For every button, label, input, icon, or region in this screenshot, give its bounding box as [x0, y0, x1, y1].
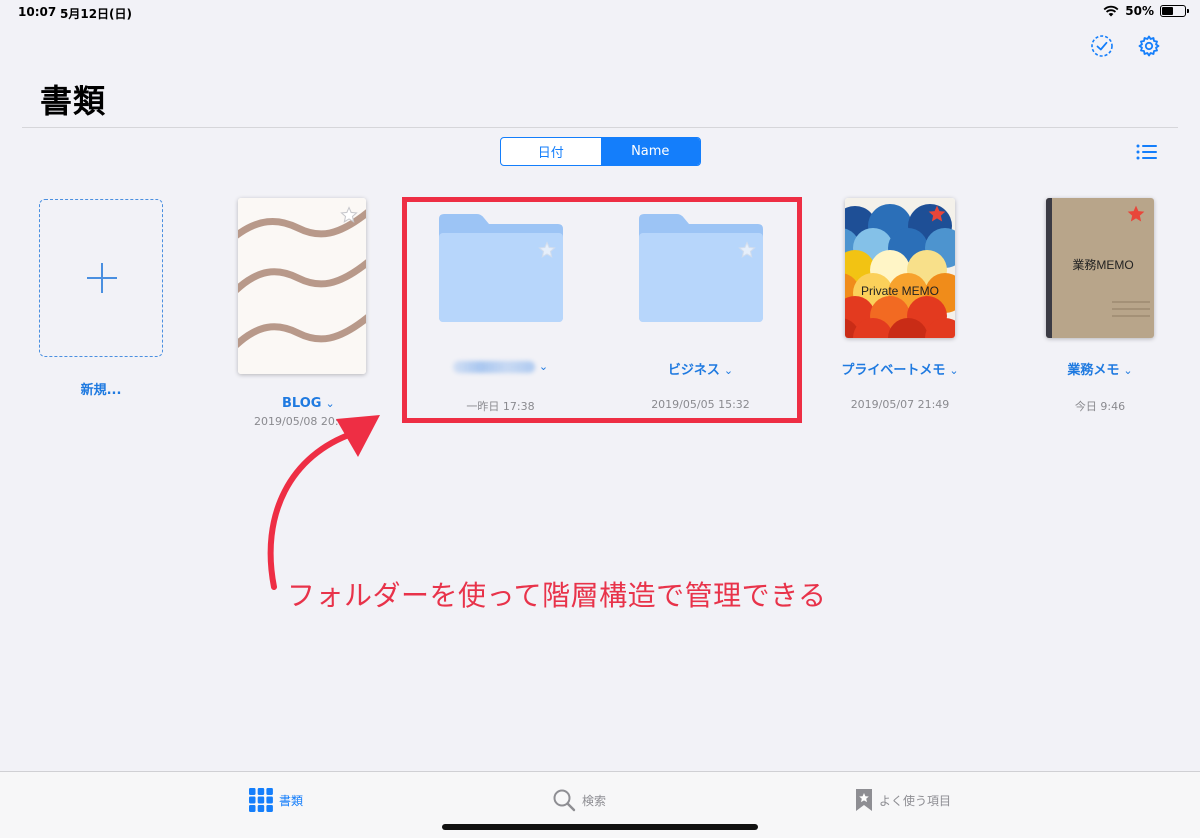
status-time: 10:07 [18, 5, 57, 19]
title-divider [22, 127, 1178, 128]
tab-label: 検索 [582, 793, 607, 808]
list-icon[interactable] [1136, 143, 1158, 161]
new-document-label[interactable]: 新規... [39, 379, 163, 398]
chevron-down-icon: ⌄ [949, 364, 959, 377]
private-memo-notebook-thumbnail[interactable]: Private MEMO [845, 198, 955, 338]
item-label[interactable]: プライベートメモ ⌄ [830, 359, 970, 378]
tab-label: よく使う項目 [879, 793, 952, 808]
notebook-lines [1112, 301, 1150, 317]
gear-icon[interactable] [1137, 34, 1161, 58]
status-date: 5月12日(日) [60, 7, 133, 21]
annotation-text: フォルダーを使って階層構造で管理できる [287, 579, 827, 612]
notebook-cover-text: Private MEMO [860, 284, 939, 298]
checkmark-circle-icon[interactable] [1090, 34, 1114, 58]
home-indicator[interactable] [442, 824, 758, 830]
status-bar: 10:07 5月12日(日) 50% [0, 0, 1200, 26]
item-label-text: プライベートメモ [841, 363, 946, 378]
battery-icon [1160, 5, 1189, 17]
tab-search[interactable]: 検索 [552, 788, 606, 812]
star-filled-icon[interactable] [927, 204, 947, 224]
chevron-down-icon: ⌄ [1123, 364, 1133, 377]
bookmark-star-icon [856, 789, 872, 811]
wifi-icon [1103, 5, 1119, 17]
search-icon [553, 789, 576, 812]
sort-segmented-control[interactable]: 日付 Name [500, 137, 701, 166]
grid-icon [249, 788, 273, 812]
curved-arrow-annotation [267, 415, 380, 590]
tab-favorites[interactable]: よく使う項目 [855, 788, 951, 812]
star-filled-icon[interactable] [1126, 204, 1146, 224]
star-outline-icon[interactable] [340, 206, 358, 224]
tab-label: 書類 [279, 793, 304, 808]
status-indicators: 50% [1103, 4, 1189, 18]
item-date: 今日 9:46 [1074, 400, 1126, 413]
sort-by-date-segment[interactable]: 日付 [501, 138, 601, 165]
item-label-text: 業務メモ [1067, 363, 1120, 378]
plus-icon [87, 263, 117, 293]
wave-pattern [238, 198, 366, 374]
blog-document-thumbnail[interactable] [238, 198, 366, 374]
battery-percent: 50% [1125, 4, 1154, 18]
item-label[interactable]: 業務メモ ⌄ [1040, 359, 1160, 378]
sort-by-name-segment[interactable]: Name [600, 138, 700, 165]
highlight-rectangle [402, 197, 802, 423]
item-date: 2019/05/07 21:49 [850, 398, 950, 411]
business-memo-notebook-thumbnail[interactable]: 業務MEMO [1046, 198, 1154, 338]
battery-fill [1162, 7, 1173, 15]
notebook-cover-text: 業務MEMO [1072, 258, 1134, 272]
new-document-button[interactable] [39, 199, 163, 357]
tab-documents[interactable]: 書類 [249, 788, 303, 812]
page-title: 書類 [40, 82, 107, 120]
